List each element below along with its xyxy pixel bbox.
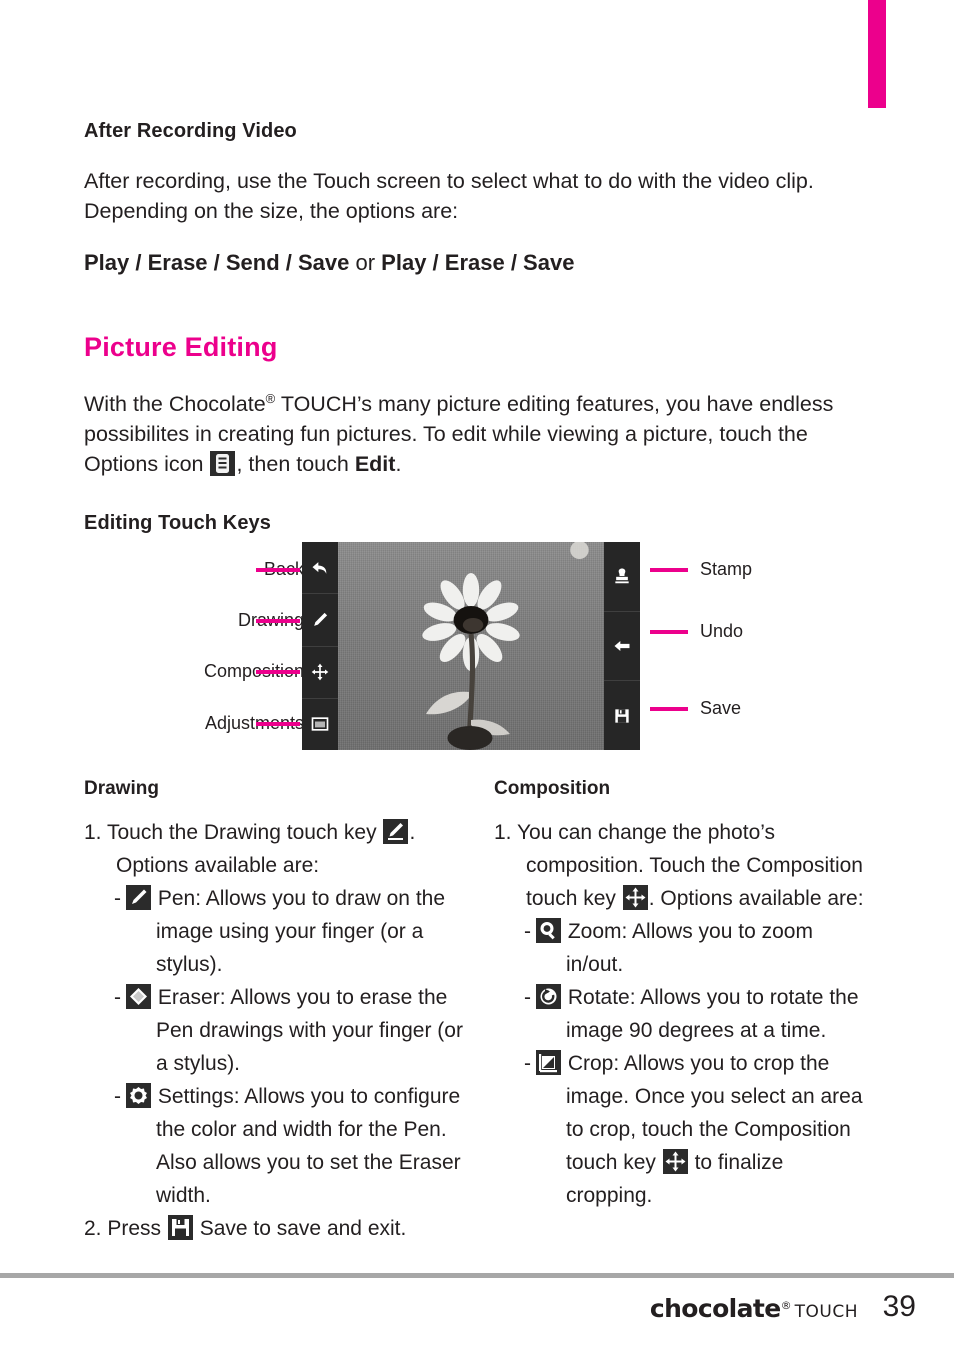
leader-line-stamp: [650, 568, 688, 572]
pen-icon: [126, 885, 151, 910]
diagram-label-undo: Undo: [700, 621, 744, 641]
registered-mark: ®: [265, 391, 276, 406]
undo-button[interactable]: [604, 612, 640, 682]
leader-line-adjustments: [256, 722, 300, 726]
options-set-2: Play / Erase / Save: [381, 250, 575, 275]
bullet-dash: -: [524, 920, 531, 943]
move-arrows-icon: [311, 663, 329, 681]
after-recording-paragraph: After recording, use the Touch screen to…: [84, 169, 814, 223]
undo-arrow-icon: [614, 641, 630, 651]
brand-name: chocolate: [649, 1294, 781, 1323]
pe-text-part1: With the Chocolate: [84, 392, 266, 417]
editing-touch-keys-diagram: Back Drawing Composition Adjustments: [84, 542, 870, 757]
adjustments-icon: [311, 717, 329, 732]
leader-line-composition: [256, 670, 300, 674]
composition-item-crop: - Crop: Allows you to crop the image. On…: [494, 1047, 874, 1212]
after-recording-heading: After Recording Video: [84, 120, 297, 142]
stamp-icon: [615, 568, 629, 584]
photo-preview: [338, 542, 604, 750]
drawing-item-eraser: - Eraser: Allows you to erase the Pen dr…: [84, 981, 464, 1080]
diagram-label-stamp: Stamp: [700, 559, 753, 579]
page-number: 39: [882, 1290, 916, 1323]
options-conjunction: or: [349, 250, 382, 275]
pen-icon: [314, 612, 328, 626]
registered-mark: ®: [780, 1299, 792, 1312]
composition-item-zoom-text: Zoom: Allows you to zoom in/out.: [566, 920, 813, 976]
composition-item-rotate: - Rotate: Allows you to rotate the image…: [494, 981, 874, 1047]
brand-sub: TOUCH: [794, 1302, 858, 1322]
floppy-save-icon: [167, 1215, 193, 1240]
stamp-button[interactable]: [604, 542, 640, 612]
move-arrows-icon: [662, 1149, 688, 1174]
drawing-step1-text-a: 1. Touch the Drawing touch key: [84, 821, 383, 844]
composition-step1-text-b: . Options available are:: [648, 887, 864, 910]
brand-logo: chocolate® TOUCH: [650, 1294, 858, 1323]
drawing-heading: Drawing: [84, 778, 159, 799]
footer-divider: [0, 1273, 954, 1278]
diagram-label-save: Save: [700, 698, 742, 718]
page-tab-marker: [868, 0, 886, 108]
drawing-item-pen: - Pen: Allows you to draw on the image u…: [84, 882, 464, 981]
composition-button[interactable]: [302, 647, 338, 699]
back-arrow-icon: [312, 561, 327, 574]
options-set-1: Play / Erase / Send / Save: [84, 250, 350, 275]
picture-editing-heading: Picture Editing: [84, 332, 278, 362]
crop-icon: [536, 1050, 561, 1075]
back-button[interactable]: [302, 542, 338, 595]
drawing-step-1: 1. Touch the Drawing touch key . Options…: [84, 816, 464, 882]
drawing-item-settings: - Settings: Allows you to configure the …: [84, 1080, 464, 1212]
left-toolbar: [302, 542, 338, 750]
sunflower-photo: [422, 542, 589, 750]
bullet-dash: -: [114, 1085, 121, 1108]
settings-gear-icon: [126, 1083, 151, 1108]
leader-line-back: [256, 568, 300, 572]
eraser-icon: [126, 984, 151, 1009]
drawing-step2-text-b: Save to save and exit.: [193, 1217, 407, 1240]
composition-column: Composition 1. You can change the photo’…: [494, 778, 874, 1212]
adjustments-button[interactable]: [302, 699, 338, 750]
drawing-item-settings-text: Settings: Allows you to configure the co…: [156, 1085, 461, 1207]
composition-item-zoom: - Zoom: Allows you to zoom in/out.: [494, 915, 874, 981]
move-arrows-icon: [622, 885, 648, 910]
drawing-step2-text-a: 2. Press: [84, 1217, 167, 1240]
bullet-dash: -: [524, 986, 531, 1009]
leader-line-undo: [650, 630, 688, 634]
bullet-dash: -: [114, 986, 121, 1009]
drawing-step-2: 2. Press Save to save and exit.: [84, 1212, 464, 1245]
options-list-icon: [210, 451, 236, 477]
leader-line-save: [650, 707, 688, 711]
drawing-item-eraser-text: Eraser: Allows you to erase the Pen draw…: [156, 986, 463, 1075]
rotate-icon: [536, 984, 561, 1009]
bullet-dash: -: [114, 887, 121, 910]
after-recording-options: Play / Erase / Send / Save or Play / Era…: [84, 248, 574, 278]
drawing-column: Drawing 1. Touch the Drawing touch key .…: [84, 778, 464, 1245]
phone-edit-screen: [302, 542, 640, 750]
edit-bold-word: Edit: [354, 452, 396, 477]
zoom-magnifier-icon: [536, 918, 561, 943]
save-button[interactable]: [604, 681, 640, 750]
composition-item-rotate-text: Rotate: Allows you to rotate the image 9…: [566, 986, 859, 1042]
right-toolbar: [604, 542, 640, 750]
floppy-save-icon: [615, 709, 629, 723]
editing-touch-keys-heading: Editing Touch Keys: [84, 512, 271, 534]
drawing-item-pen-text: Pen: Allows you to draw on the image usi…: [156, 887, 446, 976]
page-footer: chocolate® TOUCH 39: [0, 1288, 954, 1338]
bullet-dash: -: [524, 1052, 531, 1075]
composition-heading: Composition: [494, 778, 611, 799]
drawing-key-icon: [383, 819, 409, 844]
pe-text-part3: , then touch: [236, 452, 355, 477]
picture-editing-paragraph: With the Chocolate® TOUCH’s many picture…: [84, 384, 859, 479]
pe-text-end: .: [395, 452, 402, 477]
composition-step-1: 1. You can change the photo’s compositio…: [494, 816, 874, 915]
drawing-button[interactable]: [302, 594, 338, 647]
leader-line-drawing: [256, 619, 300, 623]
